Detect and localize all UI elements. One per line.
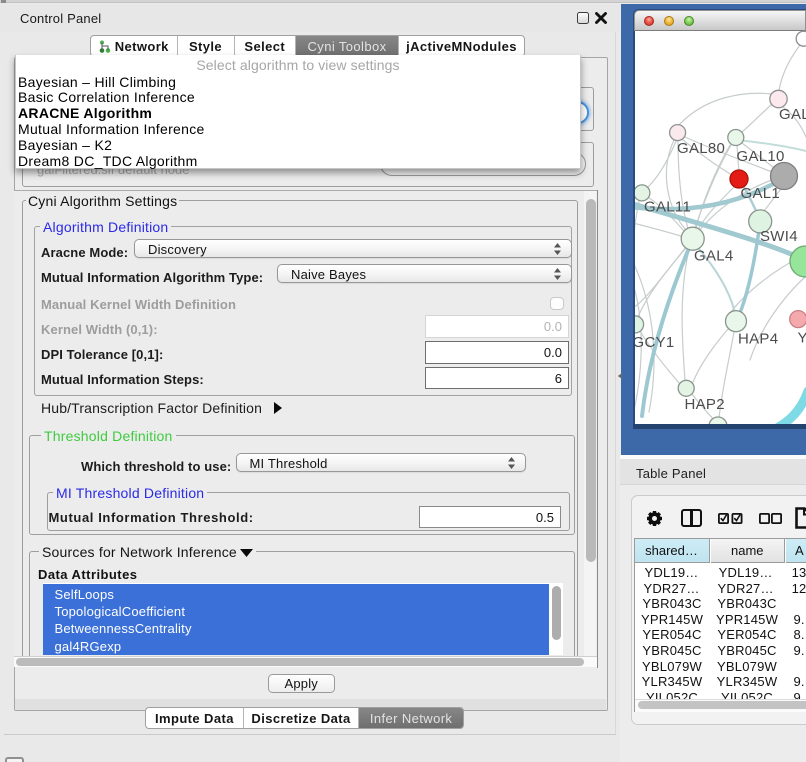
svg-text:GAL10: GAL10 (737, 148, 785, 165)
svg-text:GAL7: GAL7 (779, 106, 806, 123)
svg-text:GAL4: GAL4 (694, 248, 734, 265)
svg-text:HAP4: HAP4 (738, 331, 778, 348)
svg-text:GAL1: GAL1 (741, 185, 781, 202)
svg-text:SWI4: SWI4 (760, 228, 798, 245)
svg-text:GAL11: GAL11 (644, 199, 691, 216)
svg-text:GCY1: GCY1 (635, 334, 675, 351)
svg-text:GAL80: GAL80 (677, 140, 725, 157)
svg-text:YJ: YJ (798, 330, 806, 347)
svg-text:HAP2: HAP2 (685, 396, 725, 413)
